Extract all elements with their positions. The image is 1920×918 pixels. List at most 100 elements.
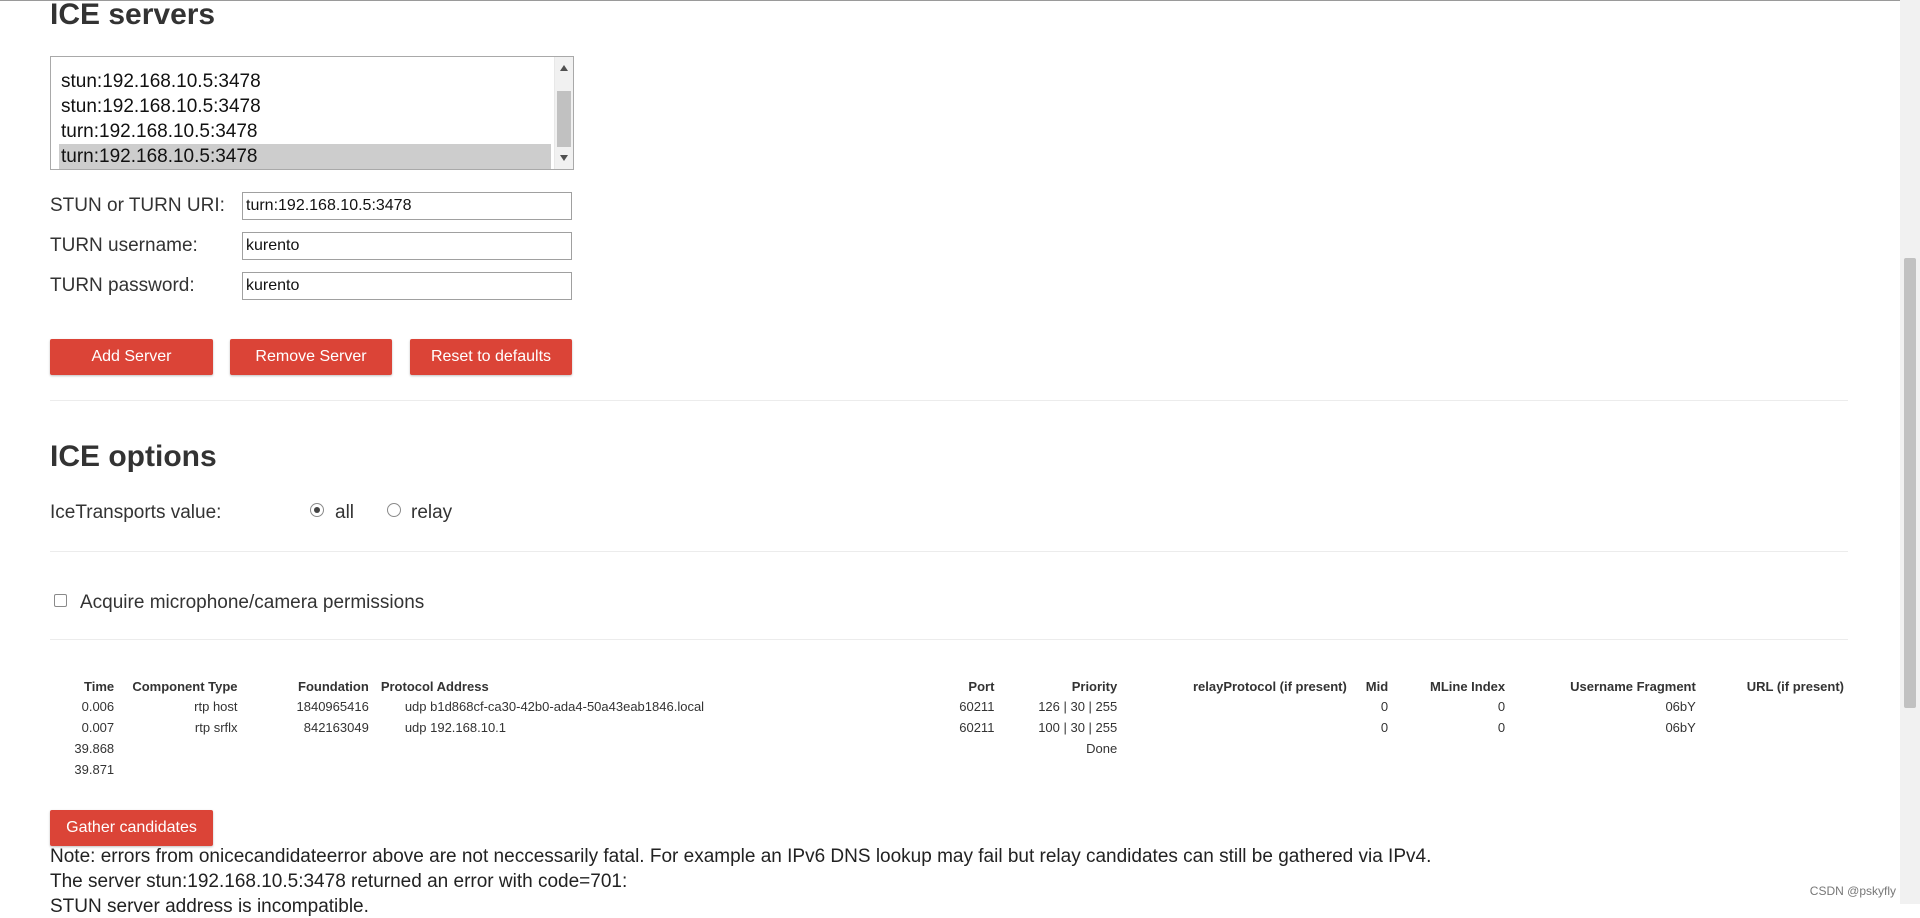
table-cell: 0 — [1497, 699, 1506, 714]
candidates-table: Time Component Type Foundation Protocol Add… — [50, 676, 1850, 780]
turn-password-input[interactable] — [242, 272, 572, 300]
column-header: MLine Index — [1430, 678, 1506, 694]
table-row: 0.007 rtp srflx 842163049 udp 192.168.10.1 6… — [50, 717, 1850, 738]
server-list-item[interactable]: stun:192.168.10.5:3478 — [59, 69, 551, 94]
ice-transports-row: IceTransports value: all relay — [50, 502, 650, 532]
table-cell — [1353, 738, 1394, 759]
table-cell: 0.007 — [81, 720, 115, 735]
ice-servers-heading: ICE servers — [50, 0, 216, 31]
table-cell: 39.871 — [74, 762, 115, 777]
table-cell: 100 | 30 | 255 — [1038, 720, 1118, 735]
table-cell: udp b1d868cf-ca30-42b0-ada4-50a43eab1846… — [404, 699, 705, 714]
table-cell: rtp host — [194, 699, 238, 714]
column-header: Mid — [1365, 678, 1389, 694]
table-cell — [244, 738, 375, 759]
note-text: Note: errors from onicecandidateerror ab… — [50, 846, 1432, 867]
table-cell — [1511, 759, 1702, 780]
stun-turn-uri-input[interactable] — [242, 192, 572, 220]
scroll-down-arrow-icon[interactable] — [560, 155, 568, 161]
reset-to-defaults-button[interactable]: Reset to defaults — [410, 339, 572, 375]
turn-password-row: TURN password: — [50, 272, 610, 302]
column-header: Component Type — [132, 678, 238, 694]
table-cell: 60211 — [959, 699, 995, 714]
table-cell — [375, 738, 833, 759]
table-cell — [244, 759, 375, 780]
candidates-header-row: Time Component Type Foundation Protocol Add… — [50, 676, 1850, 696]
table-cell: 0 — [1497, 720, 1506, 735]
table-row: 39.868 Done — [50, 738, 1850, 759]
turn-username-input[interactable] — [242, 232, 572, 260]
column-header: Time — [84, 678, 115, 694]
table-cell: 0 — [1380, 699, 1389, 714]
table-cell — [120, 738, 243, 759]
divider — [50, 639, 1848, 640]
page-scroll-thumb[interactable] — [1904, 258, 1916, 708]
table-cell: 39.868 — [74, 741, 115, 756]
ice-server-list[interactable]: stun:192.168.10.5:3478 stun:192.168.10.5:… — [50, 56, 574, 170]
table-cell — [120, 759, 243, 780]
server-list-item[interactable]: stun:192.168.10.5:3478 — [59, 94, 551, 119]
table-cell — [1511, 738, 1702, 759]
stun-turn-uri-row: STUN or TURN URI: — [50, 192, 610, 222]
column-header: Username Fragment — [1570, 678, 1696, 694]
column-header: Port — [968, 678, 995, 694]
server-list-item[interactable]: turn:192.168.10.5:3478 — [59, 144, 551, 169]
gather-candidates-button[interactable]: Gather candidates — [50, 810, 213, 846]
divider — [50, 551, 1848, 552]
table-cell — [1123, 738, 1353, 759]
server-list-scroll-thumb[interactable] — [557, 91, 571, 147]
server-list-scrollbar[interactable] — [554, 57, 573, 169]
page-scrollbar[interactable] — [1900, 0, 1920, 904]
table-cell: 06bY — [1665, 699, 1696, 714]
table-cell: 60211 — [959, 720, 995, 735]
table-cell — [1123, 696, 1353, 717]
stun-turn-uri-label: STUN or TURN URI: — [50, 195, 225, 216]
add-server-button[interactable]: Add Server — [50, 339, 213, 375]
column-header: URL (if present) — [1746, 678, 1844, 694]
divider — [50, 400, 1848, 401]
table-cell — [1123, 759, 1353, 780]
table-cell: rtp srflx — [194, 720, 238, 735]
server-list-item[interactable]: turn:192.168.10.5:3478 — [59, 119, 551, 144]
turn-password-label: TURN password: — [50, 275, 195, 296]
table-cell — [1702, 738, 1850, 759]
transport-relay-radio[interactable] — [387, 503, 401, 517]
column-header: Protocol Address — [380, 678, 489, 694]
table-cell — [1353, 759, 1394, 780]
transport-relay-label[interactable]: relay — [411, 502, 452, 524]
table-cell: 842163049 — [303, 720, 369, 735]
table-cell — [375, 759, 833, 780]
table-cell: 0.006 — [81, 699, 115, 714]
table-cell: Done — [1086, 741, 1118, 756]
page-content: ICE servers stun:192.168.10.5:3478 stun:1… — [50, 0, 1850, 917]
column-header: Priority — [1071, 678, 1118, 694]
table-cell: 0 — [1380, 720, 1389, 735]
acquire-permissions-checkbox[interactable] — [54, 594, 67, 607]
turn-username-row: TURN username: — [50, 232, 610, 262]
server-list-item-partial[interactable] — [59, 57, 551, 68]
error-message: The server stun:192.168.10.5:3478 return… — [50, 871, 628, 892]
remove-server-button[interactable]: Remove Server — [230, 339, 392, 375]
table-cell: 1840965416 — [296, 699, 369, 714]
acquire-permissions-label[interactable]: Acquire microphone/camera permissions — [80, 592, 424, 614]
transport-all-label[interactable]: all — [335, 502, 354, 524]
table-cell — [1702, 696, 1850, 717]
permissions-row: Acquire microphone/camera permissions — [50, 592, 650, 622]
table-cell: udp 192.168.10.1 — [404, 720, 507, 735]
table-cell — [1123, 717, 1353, 738]
table-cell — [1000, 759, 1123, 780]
table-cell — [1394, 759, 1511, 780]
table-cell — [833, 738, 1001, 759]
error-detail: STUN server address is incompatible. — [50, 896, 369, 917]
table-row: 39.871 — [50, 759, 1850, 780]
ice-transports-label: IceTransports value: — [50, 502, 222, 523]
column-header: relayProtocol (if present) — [1192, 678, 1347, 694]
table-cell — [1394, 738, 1511, 759]
table-cell: 126 | 30 | 255 — [1038, 699, 1118, 714]
turn-username-label: TURN username: — [50, 235, 198, 256]
table-cell — [1702, 759, 1850, 780]
scroll-up-arrow-icon[interactable] — [560, 65, 568, 71]
column-header: Foundation — [298, 678, 369, 694]
table-cell — [1702, 717, 1850, 738]
transport-all-radio[interactable] — [310, 503, 324, 517]
